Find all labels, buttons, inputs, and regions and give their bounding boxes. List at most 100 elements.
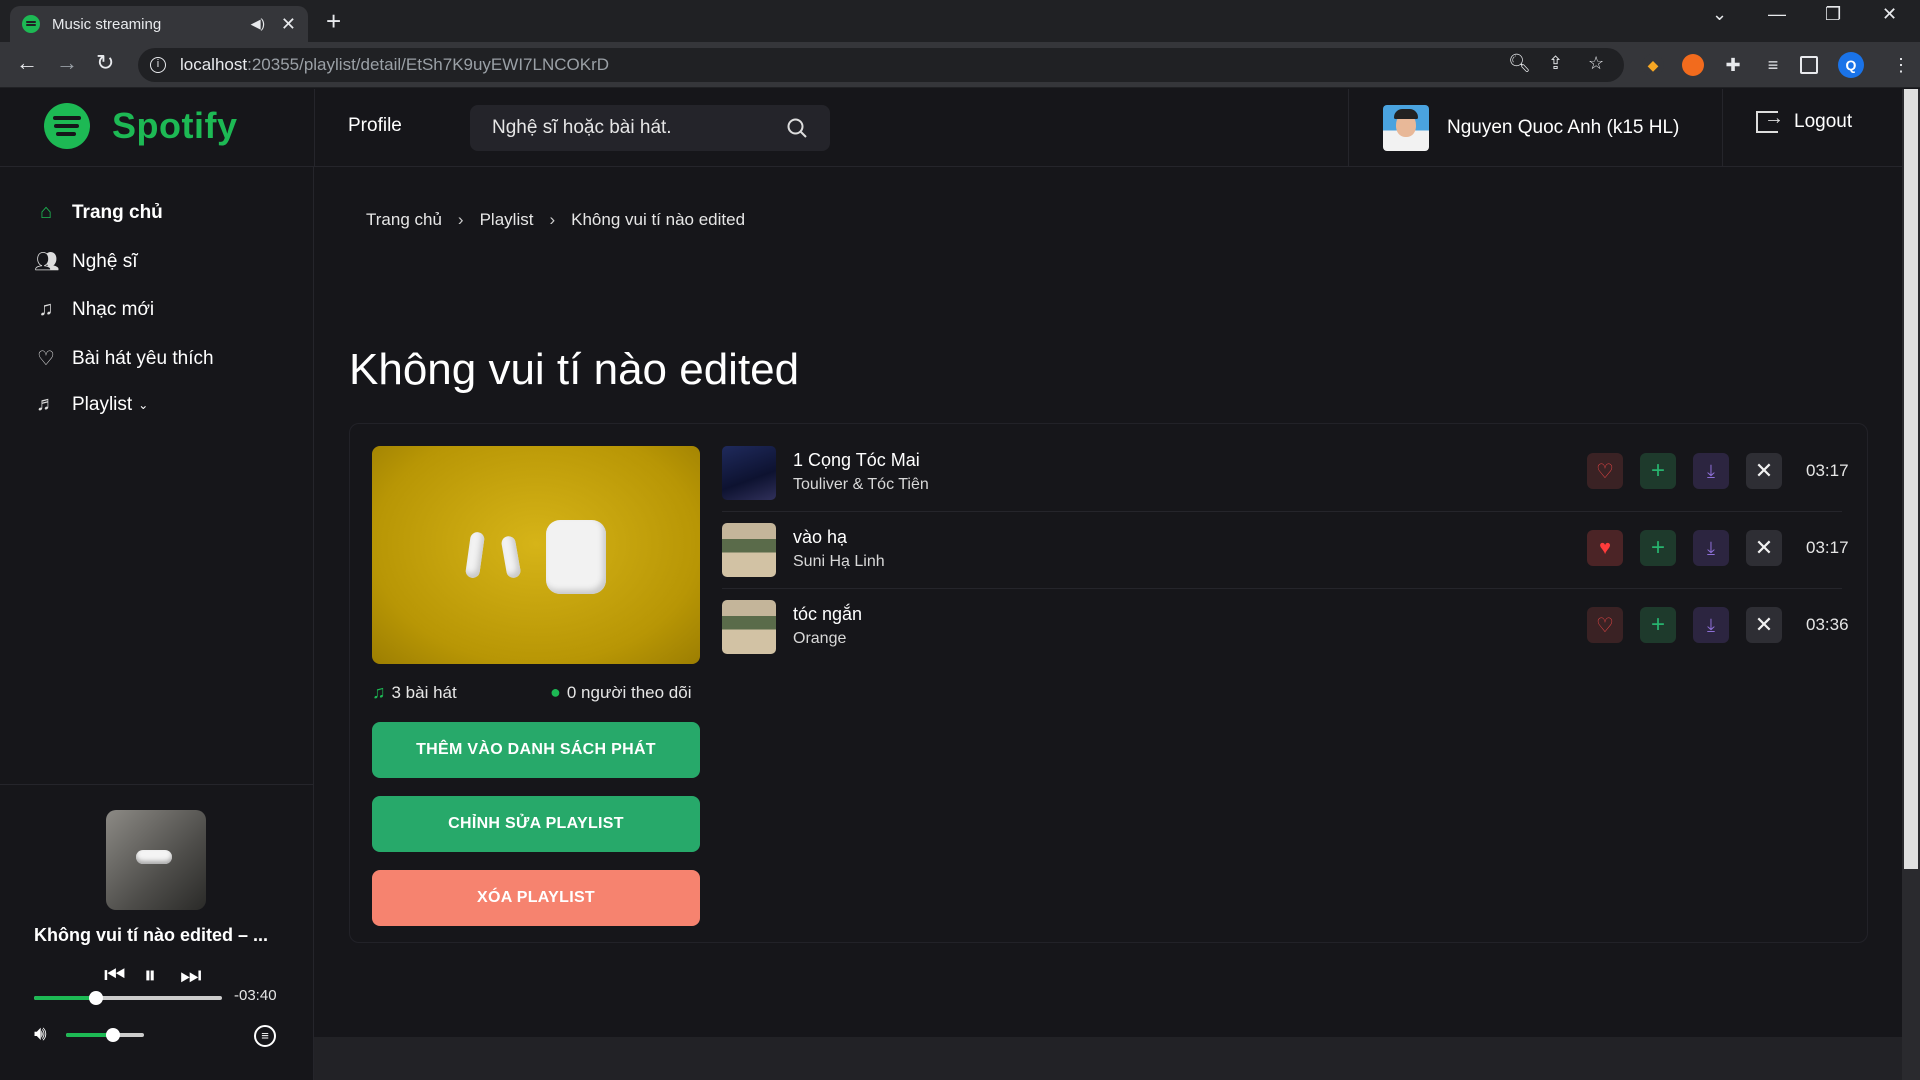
add-to-playlist-button[interactable]: +: [1640, 453, 1676, 489]
close-icon: ✕: [1754, 458, 1774, 483]
airpod-image: [464, 531, 486, 579]
logout-icon: [1756, 107, 1784, 133]
playlist-card: ♫ 3 bài hát ● 0 người theo dõi THÊM VÀO …: [349, 423, 1868, 943]
site-info-icon[interactable]: i: [150, 57, 166, 73]
add-to-queue-button[interactable]: THÊM VÀO DANH SÁCH PHÁT: [372, 722, 700, 778]
progress-slider[interactable]: [34, 991, 222, 1005]
follower-count: ● 0 người theo dõi: [550, 682, 692, 703]
spotify-logo[interactable]: Spotify: [44, 103, 238, 149]
song-row[interactable]: tóc ngắn Orange ♡ + ⤓ ✕ 03:36: [722, 590, 1849, 666]
tab-close-icon[interactable]: ✕: [281, 14, 296, 35]
download-icon: ⤓: [1707, 537, 1715, 558]
download-button[interactable]: ⤓: [1693, 453, 1729, 489]
follower-count-label: 0 người theo dõi: [566, 682, 692, 702]
song-count: ♫ 3 bài hát: [372, 682, 457, 703]
download-button[interactable]: ⤓: [1693, 607, 1729, 643]
share-icon[interactable]: ⇪: [1548, 53, 1563, 74]
sidebar-item-playlist[interactable]: ♬ Playlist ⌄: [34, 393, 148, 416]
logout-button[interactable]: Logout: [1756, 107, 1852, 133]
next-icon[interactable]: ⏭: [180, 962, 202, 990]
reload-icon[interactable]: ↻: [96, 50, 114, 76]
sidebar-item-home[interactable]: ⌂ Trang chủ: [34, 201, 163, 224]
download-icon: ⤓: [1707, 614, 1715, 635]
sidebar-item-new-music[interactable]: ♫ Nhạc mới: [34, 298, 155, 321]
window-close-icon[interactable]: ✕: [1882, 4, 1897, 25]
sidebar-item-artists[interactable]: 👥︎ Nghệ sĩ: [34, 249, 137, 274]
progress-handle[interactable]: [89, 991, 104, 1005]
sidebar-item-label: Nghệ sĩ: [72, 250, 138, 272]
song-title[interactable]: vào hạ: [793, 527, 847, 548]
song-thumbnail: [722, 446, 776, 500]
plus-icon: +: [1650, 457, 1665, 484]
browser-tab[interactable]: Music streaming ◀) ✕: [10, 6, 308, 42]
extensions-puzzle-icon[interactable]: ✚: [1722, 54, 1744, 76]
song-title[interactable]: 1 Cọng Tóc Mai: [793, 450, 920, 471]
remove-song-button[interactable]: ✕: [1746, 530, 1782, 566]
heart-icon: ♡: [37, 348, 55, 370]
new-tab-button[interactable]: +: [326, 6, 341, 37]
progress-fill: [34, 996, 97, 1000]
song-thumbnail: [722, 600, 776, 654]
pause-icon[interactable]: ⏸: [144, 962, 156, 990]
volume-icon[interactable]: 🔊︎: [34, 1023, 47, 1046]
back-icon[interactable]: ←: [16, 50, 38, 76]
search-input[interactable]: Nghệ sĩ hoặc bài hát.: [470, 105, 830, 151]
divider: [1722, 89, 1723, 167]
bookmark-star-icon[interactable]: ☆: [1588, 53, 1604, 74]
restore-icon[interactable]: ❐: [1825, 4, 1841, 25]
add-to-playlist-button[interactable]: +: [1640, 530, 1676, 566]
volume-slider[interactable]: [66, 1028, 144, 1042]
extension-icon[interactable]: ◆: [1642, 54, 1664, 76]
tab-title: Music streaming: [52, 15, 162, 33]
zoom-icon[interactable]: 🔍︎: [1508, 53, 1531, 74]
song-duration: 03:36: [1806, 615, 1849, 634]
song-duration: 03:17: [1806, 538, 1849, 557]
sidebar: ⌂ Trang chủ 👥︎ Nghệ sĩ ♫ Nhạc mới ♡ Bài …: [0, 167, 314, 1080]
remove-song-button[interactable]: ✕: [1746, 453, 1782, 489]
download-button[interactable]: ⤓: [1693, 530, 1729, 566]
search-icon[interactable]: [786, 117, 808, 139]
previous-icon[interactable]: ⏮: [104, 962, 126, 990]
user-menu[interactable]: Nguyen Quoc Anh (k15 HL): [1383, 105, 1679, 151]
speaker-icon[interactable]: ◀): [251, 16, 265, 32]
sidebar-item-label: Nhạc mới: [72, 298, 155, 320]
remove-song-button[interactable]: ✕: [1746, 607, 1782, 643]
chevron-right-icon: ›: [549, 210, 556, 229]
extension-icon[interactable]: [1682, 54, 1704, 76]
top-header: Spotify Profile Nghệ sĩ hoặc bài hát. Ng…: [0, 89, 1902, 167]
like-button[interactable]: ♥: [1587, 530, 1623, 566]
like-button[interactable]: ♡: [1587, 607, 1623, 643]
sidebar-item-favorites[interactable]: ♡ Bài hát yêu thích: [34, 346, 214, 371]
media-control-icon[interactable]: ≡: [1762, 54, 1784, 76]
sidebar-item-label: Trang chủ: [72, 201, 163, 223]
music-note-icon: ♫: [38, 298, 54, 320]
like-button[interactable]: ♡: [1587, 453, 1623, 489]
address-bar[interactable]: i localhost :20355/playlist/detail/EtSh7…: [138, 48, 1624, 82]
minimize-icon[interactable]: —: [1768, 4, 1786, 25]
avatar: [1383, 105, 1429, 151]
edit-playlist-button[interactable]: CHỈNH SỬA PLAYLIST: [372, 796, 700, 852]
browser-menu-icon[interactable]: ⋮: [1890, 54, 1912, 76]
song-row[interactable]: vào hạ Suni Hạ Linh ♥ + ⤓ ✕ 03:17: [722, 513, 1849, 589]
song-thumbnail: [722, 523, 776, 577]
song-artist: Orange: [793, 630, 847, 647]
queue-icon[interactable]: ≡: [254, 1025, 276, 1047]
song-count-label: 3 bài hát: [391, 682, 457, 702]
breadcrumb-playlist[interactable]: Playlist: [480, 210, 534, 230]
delete-playlist-button[interactable]: XÓA PLAYLIST: [372, 870, 700, 926]
scrollbar-thumb[interactable]: [1904, 89, 1918, 869]
song-title[interactable]: tóc ngắn: [793, 604, 862, 625]
tab-search-chevron-icon[interactable]: ⌄: [1712, 4, 1727, 25]
forward-icon[interactable]: →: [56, 50, 78, 76]
profile-link[interactable]: Profile: [348, 115, 402, 137]
page-scrollbar[interactable]: [1902, 89, 1920, 1080]
browser-profile-avatar[interactable]: Q: [1838, 52, 1864, 78]
add-to-playlist-button[interactable]: +: [1640, 607, 1676, 643]
mini-player: Không vui tí nào edited – ... ⏮ ⏸ ⏭ -03:…: [0, 784, 314, 1080]
divider: [1348, 89, 1349, 167]
side-panel-icon[interactable]: [1800, 56, 1818, 74]
music-note-icon: ♫: [372, 682, 386, 702]
song-row[interactable]: 1 Cọng Tóc Mai Touliver & Tóc Tiên ♡ + ⤓…: [722, 436, 1849, 512]
breadcrumb-home[interactable]: Trang chủ: [366, 210, 442, 230]
volume-handle[interactable]: [105, 1028, 120, 1042]
